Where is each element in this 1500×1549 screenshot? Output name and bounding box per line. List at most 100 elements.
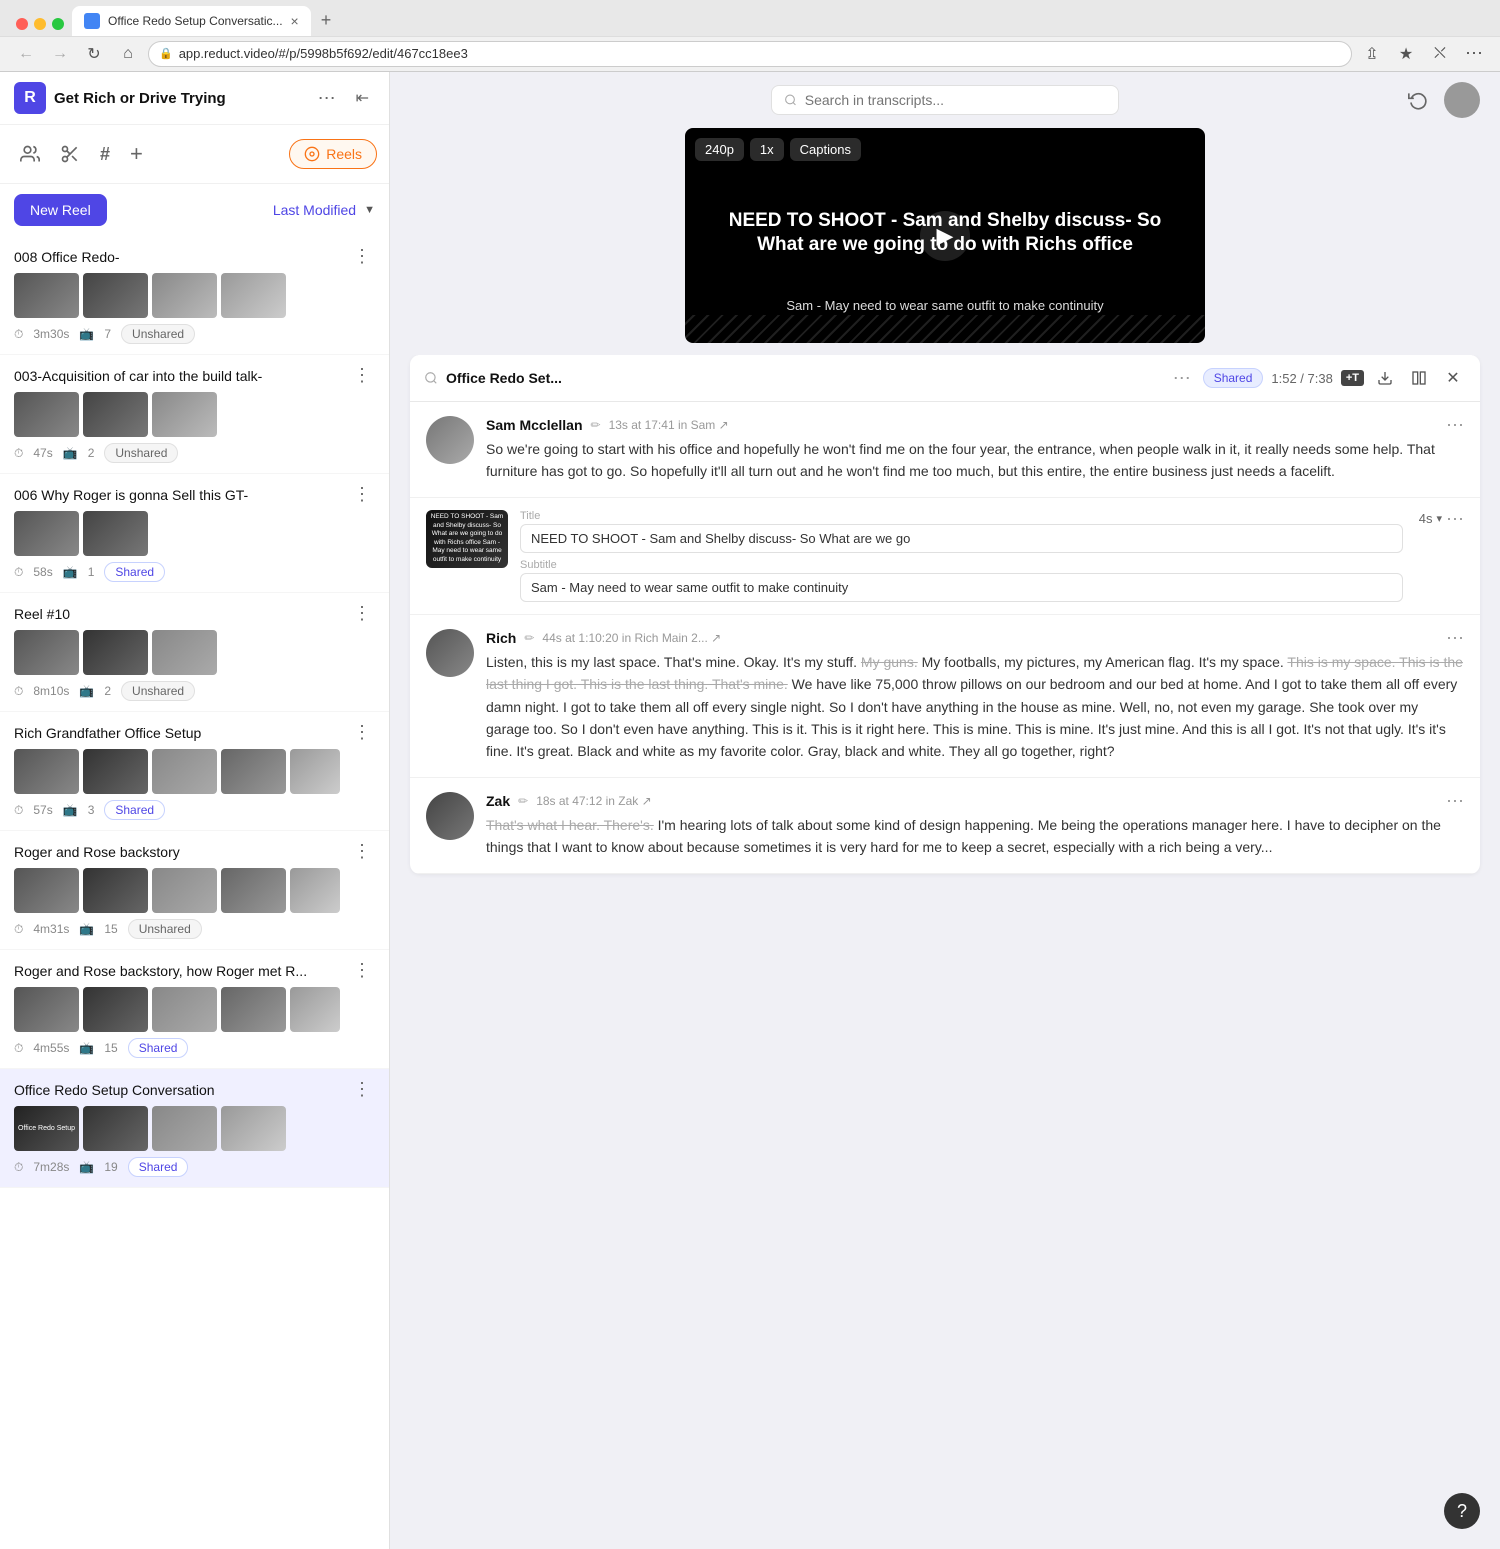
tab-close-icon[interactable]: × — [291, 13, 299, 29]
reel-item[interactable]: Rich Grandfather Office Setup ⋮ ⏱ 57s 📺 … — [0, 712, 389, 831]
reel-thumbnail — [14, 630, 79, 675]
transcript-entry: Sam Mcclellan ✏ 13s at 17:41 in Sam ↗ ⋯ … — [410, 402, 1480, 498]
share-button[interactable]: ⇫ — [1358, 40, 1386, 68]
captions-button[interactable]: Captions — [790, 138, 861, 161]
reel-status-badge: Shared — [104, 800, 165, 820]
reel-item[interactable]: Roger and Rose backstory ⋮ ⏱ 4m31s 📺 15 … — [0, 831, 389, 950]
reel-menu-button[interactable]: ⋮ — [349, 484, 375, 505]
help-button[interactable]: ? — [1444, 1493, 1480, 1529]
back-button[interactable]: ← — [12, 40, 40, 68]
reel-item-active[interactable]: Office Redo Setup Conversation ⋮ Office … — [0, 1069, 389, 1188]
speed-button[interactable]: 1x — [750, 138, 784, 161]
add-nav-button[interactable]: + — [122, 133, 151, 175]
reel-menu-button[interactable]: ⋮ — [349, 841, 375, 862]
panel-shared-badge: Shared — [1203, 368, 1264, 388]
panel-download-button[interactable] — [1372, 365, 1398, 391]
active-tab[interactable]: Office Redo Setup Conversatic... × — [72, 6, 311, 36]
app-menu-button[interactable]: ⋯ — [312, 86, 342, 111]
strikethrough-text: My guns. — [861, 654, 918, 670]
clips-nav-button[interactable] — [52, 136, 88, 172]
reel-status-badge: Shared — [128, 1157, 189, 1177]
clip-subtitle-label: Subtitle — [520, 559, 1403, 571]
reel-thumbnail — [14, 273, 79, 318]
bookmark-button[interactable]: ★ — [1392, 40, 1420, 68]
clock-icon: ⏱ — [14, 684, 23, 699]
tags-nav-button[interactable]: # — [92, 136, 118, 173]
clips-icon: 📺 — [79, 922, 94, 936]
reel-item[interactable]: 006 Why Roger is gonna Sell this GT- ⋮ ⏱… — [0, 474, 389, 593]
history-button[interactable] — [1400, 82, 1436, 118]
reel-item[interactable]: Roger and Rose backstory, how Roger met … — [0, 950, 389, 1069]
entry-menu-button[interactable]: ⋯ — [1446, 792, 1464, 810]
tab-bar: Office Redo Setup Conversatic... × + — [0, 0, 1500, 36]
forward-button[interactable]: → — [46, 40, 74, 68]
clock-icon: ⏱ — [14, 565, 23, 580]
reel-clips: 2 — [88, 446, 95, 460]
reel-title: Roger and Rose backstory, how Roger met … — [14, 963, 349, 979]
reel-thumbnail — [290, 868, 340, 913]
reel-thumbnail — [152, 868, 217, 913]
minimize-traffic-light[interactable] — [34, 18, 46, 30]
home-button[interactable]: ⌂ — [114, 40, 142, 68]
panel-more-button[interactable]: ⋯ — [1169, 368, 1195, 389]
clip-duration: 4s — [1419, 511, 1433, 526]
people-nav-button[interactable] — [12, 136, 48, 172]
new-reel-button[interactable]: New Reel — [14, 194, 107, 226]
collapse-sidebar-button[interactable]: ⇤ — [350, 86, 375, 110]
clips-icon: 📺 — [79, 1041, 94, 1055]
sort-arrow-icon[interactable]: ▼ — [364, 204, 375, 216]
reel-menu-button[interactable]: ⋮ — [349, 246, 375, 267]
quality-button[interactable]: 240p — [695, 138, 744, 161]
chevron-down-icon[interactable]: ▾ — [1436, 512, 1442, 525]
main-header — [390, 72, 1500, 128]
entry-menu-button[interactable]: ⋯ — [1446, 416, 1464, 434]
reel-thumbnail — [152, 273, 217, 318]
reel-menu-button[interactable]: ⋮ — [349, 365, 375, 386]
url-bar[interactable]: 🔒 app.reduct.video/#/p/5998b5f692/edit/4… — [148, 41, 1352, 67]
reel-menu-button[interactable]: ⋮ — [349, 722, 375, 743]
reel-thumbnail — [83, 987, 148, 1032]
close-traffic-light[interactable] — [16, 18, 28, 30]
reels-nav-button[interactable]: Reels — [289, 139, 377, 169]
video-play-button[interactable]: ▶ — [920, 211, 970, 261]
reel-thumbnail — [83, 630, 148, 675]
reel-item[interactable]: Reel #10 ⋮ ⏱ 8m10s 📺 2 Unshared — [0, 593, 389, 712]
search-bar — [771, 85, 1120, 115]
panel-close-button[interactable]: ✕ — [1440, 365, 1466, 391]
search-input[interactable] — [805, 92, 1107, 108]
reel-menu-button[interactable]: ⋮ — [349, 1079, 375, 1100]
user-avatar[interactable] — [1444, 82, 1480, 118]
panel-split-button[interactable] — [1406, 365, 1432, 391]
clock-icon: ⏱ — [14, 1041, 23, 1056]
entry-avatar — [426, 792, 474, 840]
sidebar-controls: New Reel Last Modified ▼ — [0, 184, 389, 236]
fullscreen-traffic-light[interactable] — [52, 18, 64, 30]
reel-title: 003-Acquisition of car into the build ta… — [14, 368, 349, 384]
clip-menu-button[interactable]: ⋯ — [1446, 510, 1464, 528]
reel-clips: 15 — [104, 922, 117, 936]
reel-thumbnail — [83, 749, 148, 794]
clip-subtitle-input[interactable] — [520, 573, 1403, 602]
last-modified-sort[interactable]: Last Modified — [273, 202, 356, 218]
reel-title: Rich Grandfather Office Setup — [14, 725, 349, 741]
reel-title: Roger and Rose backstory — [14, 844, 349, 860]
reel-menu-button[interactable]: ⋮ — [349, 960, 375, 981]
clip-title-input[interactable] — [520, 524, 1403, 553]
reel-item[interactable]: 008 Office Redo- ⋮ ⏱ 3m30s 📺 7 Unshared — [0, 236, 389, 355]
more-menu-button[interactable]: ⋯ — [1460, 40, 1488, 68]
reel-duration: 58s — [33, 565, 52, 579]
history-icon — [1408, 90, 1428, 110]
video-controls-top: 240p 1x Captions — [695, 138, 861, 161]
new-tab-button[interactable]: + — [311, 6, 342, 36]
reload-button[interactable]: ↻ — [80, 40, 108, 68]
clip-subtitle-field: Subtitle — [520, 559, 1403, 602]
reel-title: Office Redo Setup Conversation — [14, 1082, 349, 1098]
transcript-entry: Zak ✏ 18s at 47:12 in Zak ↗ ⋯ That's wha… — [410, 778, 1480, 874]
reel-menu-button[interactable]: ⋮ — [349, 603, 375, 624]
entry-menu-button[interactable]: ⋯ — [1446, 629, 1464, 647]
reel-item[interactable]: 003-Acquisition of car into the build ta… — [0, 355, 389, 474]
reels-icon — [304, 146, 320, 162]
main-content: 240p 1x Captions NEED TO SHOOT - Sam and… — [390, 72, 1500, 1549]
extensions-button[interactable]: ⛌ — [1426, 40, 1454, 68]
clip-actions: 4s ▾ ⋯ — [1419, 510, 1464, 528]
